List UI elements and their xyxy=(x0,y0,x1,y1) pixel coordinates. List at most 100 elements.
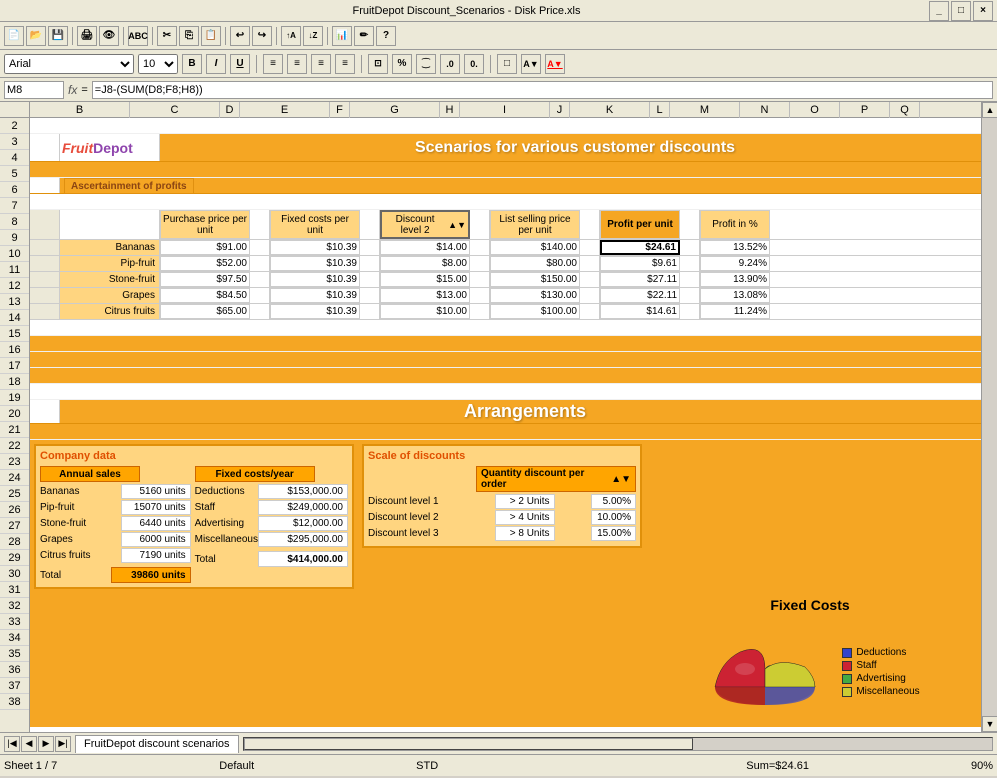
sheet-tab[interactable]: FruitDepot discount scenarios xyxy=(75,735,239,753)
preview-icon[interactable]: 👁 xyxy=(99,26,119,46)
font-select[interactable]: Arial xyxy=(4,54,134,74)
sort-asc-icon[interactable]: ↑A xyxy=(281,26,301,46)
bold-button[interactable]: B xyxy=(182,54,202,74)
logo-cell: FruitDepot xyxy=(60,134,160,161)
percent-button[interactable]: % xyxy=(392,54,412,74)
scroll-up-button[interactable]: ▲ xyxy=(982,102,997,118)
total-cost-cell: $414,000.00 xyxy=(258,551,348,567)
col-header-d[interactable]: D xyxy=(220,102,240,118)
maximize-button[interactable]: □ xyxy=(951,1,971,21)
bottom-area: |◀ ◀ ▶ ▶| FruitDepot discount scenarios xyxy=(0,732,997,754)
undo-icon[interactable]: ↩ xyxy=(230,26,250,46)
col-header-p[interactable]: P xyxy=(840,102,890,118)
sort-desc-icon[interactable]: ↓Z xyxy=(303,26,323,46)
fixed-cost-row: Staff $249,000.00 xyxy=(195,500,348,515)
row-num-37: 37 xyxy=(0,678,29,694)
inc-decimal-button[interactable]: .0 xyxy=(440,54,460,74)
row-num-17: 17 xyxy=(0,358,29,374)
align-center-button[interactable]: ≡ xyxy=(287,54,307,74)
fruit-name: Bananas xyxy=(60,240,160,255)
fruit-units: 6440 units xyxy=(121,516,191,531)
fruit-units: 15070 units xyxy=(121,500,191,515)
row-num-21: 21 xyxy=(0,422,29,438)
print-icon[interactable]: 🖨 xyxy=(77,26,97,46)
col-header-e[interactable]: E xyxy=(240,102,330,118)
minimize-button[interactable]: _ xyxy=(929,1,949,21)
scenarios-title-cell: Scenarios for various customer discounts xyxy=(160,134,981,161)
annual-sales-row: Bananas 5160 units xyxy=(40,484,191,499)
fixed-costs-header: Fixed costs per unit xyxy=(270,210,360,239)
misc-legend-label: Miscellaneous xyxy=(856,686,919,697)
purchase-value: $97.50 xyxy=(160,272,250,287)
col-header-l[interactable]: L xyxy=(650,102,670,118)
grid-content[interactable]: FruitDepot Scenarios for various custome… xyxy=(30,118,981,732)
horizontal-scrollbar[interactable] xyxy=(243,737,993,751)
merge-button[interactable]: ⊡ xyxy=(368,54,388,74)
fixed-value: $10.39 xyxy=(270,240,360,255)
col-header-o[interactable]: O xyxy=(790,102,840,118)
cut-icon[interactable]: ✂ xyxy=(157,26,177,46)
fruit-name: Citrus fruits xyxy=(60,304,160,319)
bg-color-button[interactable]: A▼ xyxy=(521,54,541,74)
row-num-25: 25 xyxy=(0,486,29,502)
col-header-b[interactable]: B xyxy=(30,102,130,118)
purchase-value: $65.00 xyxy=(160,304,250,319)
help-icon[interactable]: ? xyxy=(376,26,396,46)
tab-first-button[interactable]: |◀ xyxy=(4,736,20,752)
file-icon[interactable]: 📄 xyxy=(4,26,24,46)
col-header-c[interactable]: C xyxy=(130,102,220,118)
tab-prev-button[interactable]: ◀ xyxy=(21,736,37,752)
scroll-down-button[interactable]: ▼ xyxy=(982,716,997,732)
row-num-4: 4 xyxy=(0,150,29,166)
col-header-i[interactable]: I xyxy=(460,102,550,118)
col-headers: BCDEFGHIJKLMNOPQ xyxy=(30,102,981,118)
row-num-30: 30 xyxy=(0,566,29,582)
open-icon[interactable]: 📂 xyxy=(26,26,46,46)
arrangements-title: Arrangements xyxy=(464,401,586,422)
formula-input[interactable] xyxy=(92,81,993,99)
annual-sales-row: Citrus fruits 7190 units xyxy=(40,548,191,563)
cell-reference-input[interactable] xyxy=(4,81,64,99)
spellcheck-icon[interactable]: ABC xyxy=(128,26,148,46)
align-right-button[interactable]: ≡ xyxy=(311,54,331,74)
purchase-value: $84.50 xyxy=(160,288,250,303)
row-num-22: 22 xyxy=(0,438,29,454)
font-color-button[interactable]: A▼ xyxy=(545,54,565,74)
font-size-select[interactable]: 10 xyxy=(138,54,178,74)
redo-icon[interactable]: ↪ xyxy=(252,26,272,46)
col-header-m[interactable]: M xyxy=(670,102,740,118)
fruit-row: Bananas $91.00 $10.39 $14.00 $140.00 $24… xyxy=(30,240,981,256)
close-button[interactable]: × xyxy=(973,1,993,21)
col-header-f[interactable]: F xyxy=(330,102,350,118)
col-header-g[interactable]: G xyxy=(350,102,440,118)
tab-last-button[interactable]: ▶| xyxy=(55,736,71,752)
thousands-button[interactable]: ⁐ xyxy=(416,54,436,74)
vertical-scrollbar[interactable]: ▲ ▼ xyxy=(981,102,997,732)
justify-button[interactable]: ≡ xyxy=(335,54,355,74)
pie-chart-container: Deductions Staff Advertising xyxy=(700,617,919,727)
underline-button[interactable]: U xyxy=(230,54,250,74)
col-header-j[interactable]: J xyxy=(550,102,570,118)
advertising-legend-label: Advertising xyxy=(856,673,905,684)
draw-icon[interactable]: ✏ xyxy=(354,26,374,46)
dec-decimal-button[interactable]: 0. xyxy=(464,54,484,74)
italic-button[interactable]: I xyxy=(206,54,226,74)
formula-bar: fx = xyxy=(0,78,997,102)
col-header-n[interactable]: N xyxy=(740,102,790,118)
fixed-costs-chart-section: Fixed Costs xyxy=(30,593,981,727)
copy-icon[interactable]: ⎘ xyxy=(179,26,199,46)
chart-icon[interactable]: 📊 xyxy=(332,26,352,46)
list-selling-header: List selling price per unit xyxy=(490,210,580,239)
fixed-costs-header: Fixed costs/year xyxy=(195,466,315,482)
col-header-q[interactable]: Q xyxy=(890,102,920,118)
row-num-31: 31 xyxy=(0,582,29,598)
col-header-h[interactable]: H xyxy=(440,102,460,118)
align-left-button[interactable]: ≡ xyxy=(263,54,283,74)
row-num-26: 26 xyxy=(0,502,29,518)
paste-icon[interactable]: 📋 xyxy=(201,26,221,46)
border-button[interactable]: □ xyxy=(497,54,517,74)
col-header-k[interactable]: K xyxy=(570,102,650,118)
save-icon[interactable]: 💾 xyxy=(48,26,68,46)
tab-next-button[interactable]: ▶ xyxy=(38,736,54,752)
fruit-name: Stone-fruit xyxy=(60,272,160,287)
